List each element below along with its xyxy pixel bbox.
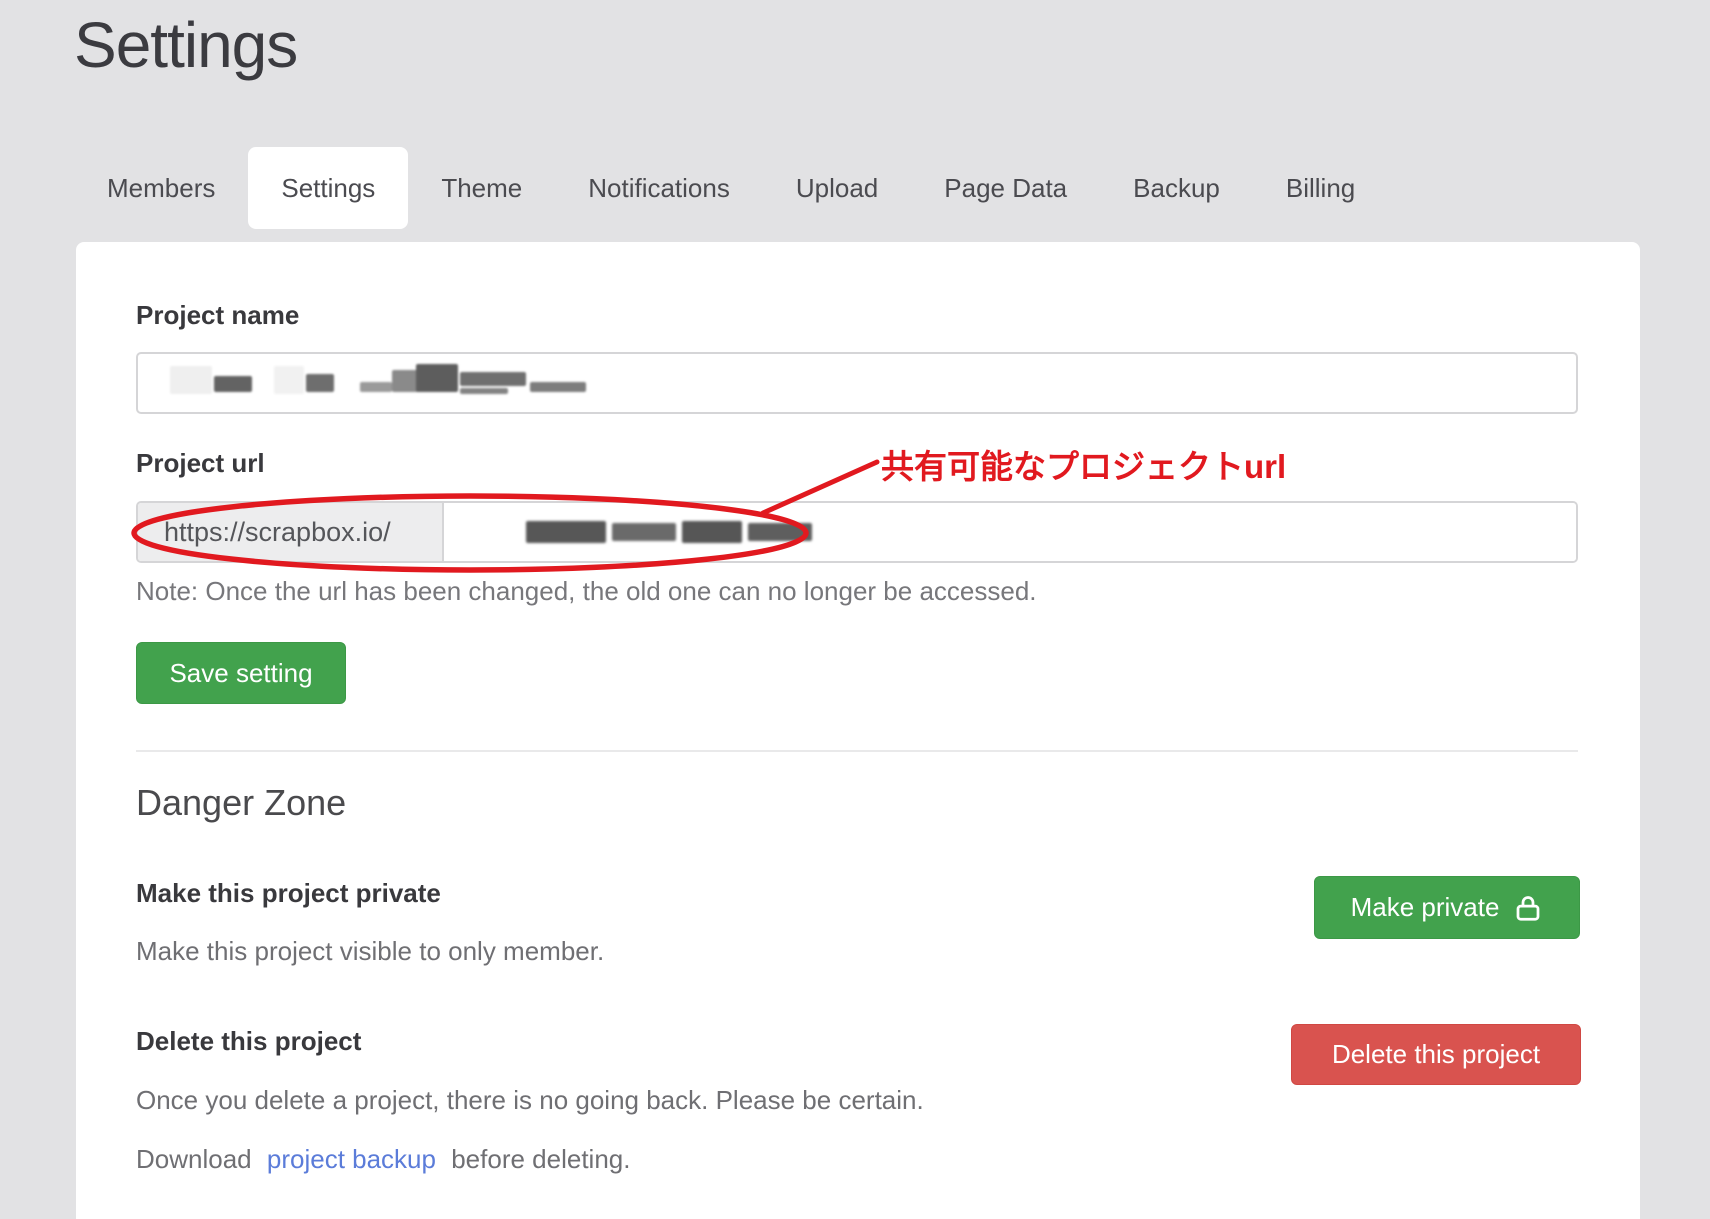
redacted-project-name-value bbox=[138, 354, 1576, 412]
settings-page: Settings Members Settings Theme Notifica… bbox=[0, 0, 1710, 1219]
delete-project-heading: Delete this project bbox=[136, 1026, 361, 1057]
project-url-input-group: https://scrapbox.io/ bbox=[136, 501, 1578, 563]
project-url-input[interactable] bbox=[444, 503, 1576, 561]
make-private-button-label: Make private bbox=[1351, 892, 1500, 923]
tab-upload[interactable]: Upload bbox=[763, 147, 911, 229]
url-prefix: https://scrapbox.io/ bbox=[138, 503, 444, 561]
tab-bar: Members Settings Theme Notifications Upl… bbox=[74, 147, 1388, 229]
section-divider bbox=[136, 750, 1578, 752]
tab-theme[interactable]: Theme bbox=[408, 147, 555, 229]
make-private-heading: Make this project private bbox=[136, 878, 441, 909]
project-url-label: Project url bbox=[136, 448, 265, 479]
project-name-input[interactable] bbox=[136, 352, 1578, 414]
save-setting-button[interactable]: Save setting bbox=[136, 642, 346, 704]
download-backup-line: Download project backup before deleting. bbox=[136, 1144, 630, 1175]
url-change-note: Note: Once the url has been changed, the… bbox=[136, 576, 1037, 607]
tab-notifications[interactable]: Notifications bbox=[555, 147, 763, 229]
download-suffix: before deleting. bbox=[451, 1144, 630, 1174]
make-private-button[interactable]: Make private bbox=[1314, 876, 1580, 939]
make-private-description: Make this project visible to only member… bbox=[136, 936, 604, 967]
tab-billing[interactable]: Billing bbox=[1253, 147, 1388, 229]
settings-card: Project name Project url https://scrapbo… bbox=[76, 242, 1640, 1219]
delete-project-description: Once you delete a project, there is no g… bbox=[136, 1085, 924, 1116]
tab-backup[interactable]: Backup bbox=[1100, 147, 1253, 229]
lock-icon bbox=[1513, 893, 1543, 923]
download-prefix: Download bbox=[136, 1144, 252, 1174]
danger-zone-heading: Danger Zone bbox=[136, 782, 346, 824]
delete-project-button[interactable]: Delete this project bbox=[1291, 1024, 1581, 1085]
tab-members[interactable]: Members bbox=[74, 147, 248, 229]
annotation-label: 共有可能なプロジェクトurl bbox=[881, 440, 1286, 488]
project-backup-link[interactable]: project backup bbox=[267, 1144, 436, 1174]
project-name-label: Project name bbox=[136, 300, 299, 331]
tab-settings[interactable]: Settings bbox=[248, 147, 408, 229]
tab-page-data[interactable]: Page Data bbox=[911, 147, 1100, 229]
redacted-project-url-value bbox=[444, 503, 1576, 561]
page-title: Settings bbox=[74, 8, 297, 82]
